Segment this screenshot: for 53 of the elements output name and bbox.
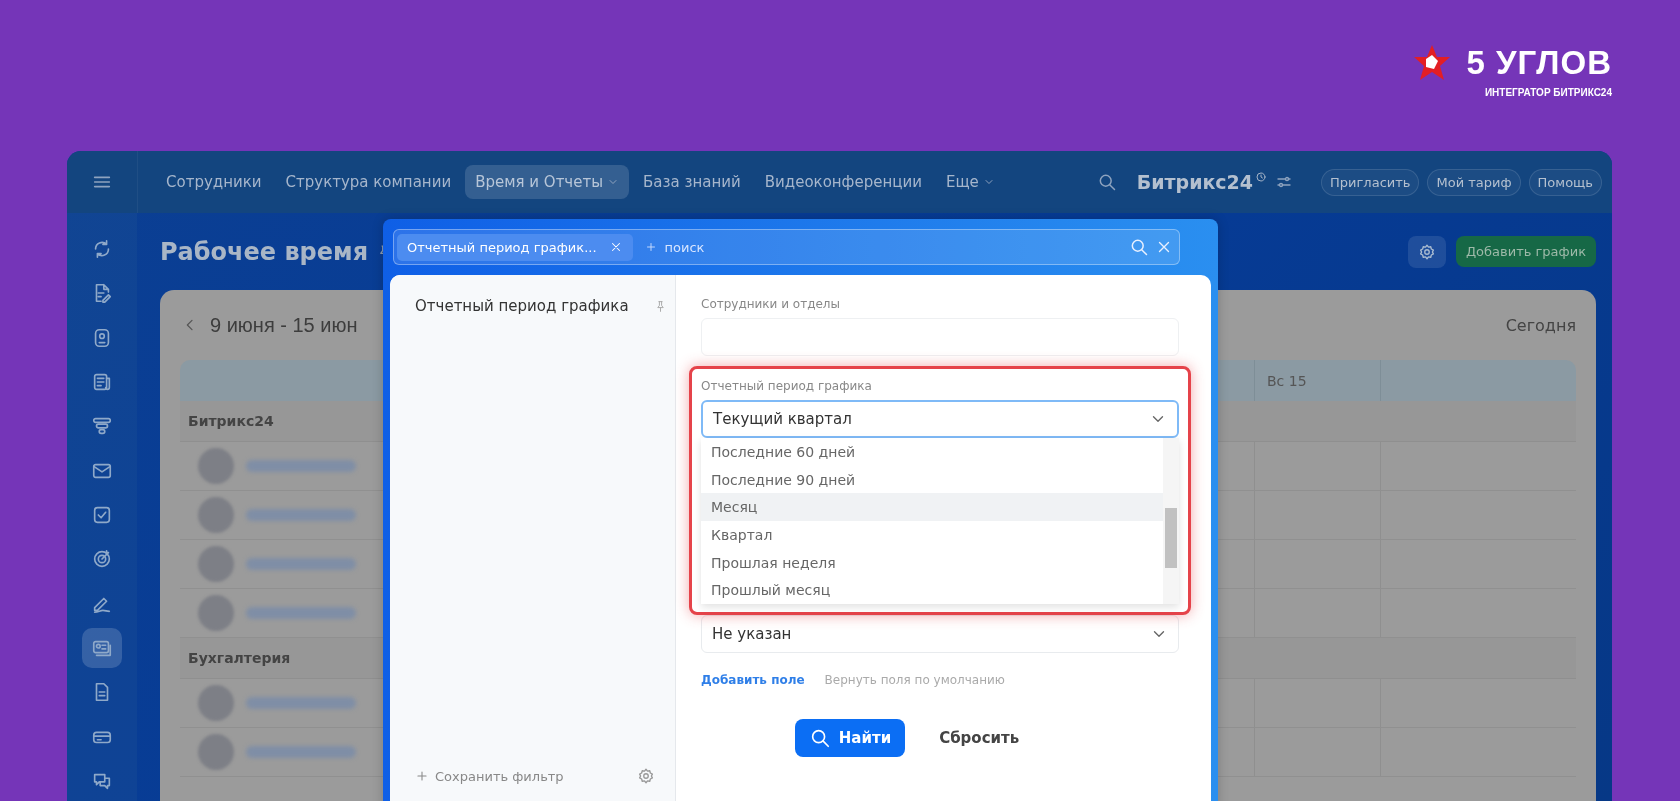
settings-icon[interactable]	[637, 767, 655, 785]
nav-tab[interactable]: Сотрудники	[156, 165, 272, 199]
restore-defaults-link[interactable]: Вернуть поля по умолчанию	[824, 673, 1005, 687]
save-filter-button[interactable]: Сохранить фильтр	[415, 768, 564, 784]
avatar	[198, 595, 234, 631]
header-button[interactable]: Пригласить	[1321, 168, 1420, 196]
nav-tab[interactable]: Время и Отчеты	[465, 165, 630, 199]
today-button[interactable]: Сегодня	[1505, 315, 1576, 335]
nav-tab[interactable]: Структура компании	[275, 165, 462, 199]
dropdown-option[interactable]: Последние 90 дней	[701, 465, 1163, 494]
scrollbar[interactable]	[1163, 438, 1179, 604]
search-field[interactable]: Отчетный период график... поиск	[393, 229, 1180, 265]
group-name: Бухгалтерия	[188, 650, 291, 666]
settings-button[interactable]	[1407, 235, 1446, 268]
field-label: Отчетный период графика	[701, 379, 873, 393]
brand-name: 5 УГЛОВ	[1466, 44, 1612, 82]
plus-icon	[415, 769, 429, 783]
find-button[interactable]: Найти	[794, 719, 906, 757]
nav-tab[interactable]: Еще	[935, 165, 1005, 199]
group-name: Битрикс24	[188, 413, 274, 429]
search-input[interactable]: поиск	[662, 238, 1123, 256]
dropdown-option[interactable]: Квартал	[701, 521, 1163, 549]
add-schedule-button[interactable]: Добавить график	[1455, 236, 1596, 267]
settings-icon	[1417, 242, 1436, 261]
search-icon[interactable]	[1129, 237, 1149, 257]
header-button[interactable]: Мой тариф	[1427, 168, 1521, 196]
nav-tab[interactable]: Видеоконференции	[754, 165, 932, 199]
dropdown-option[interactable]: Прошлая неделя	[701, 548, 1163, 577]
filter-chip[interactable]: Отчетный период график...	[397, 233, 633, 261]
product-logo: Битрикс24	[1136, 171, 1254, 193]
dropdown-option[interactable]: Месяц	[701, 493, 1163, 521]
date-range: 9 июня - 15 июн	[210, 313, 358, 337]
avatar	[198, 448, 234, 484]
plus-icon	[644, 241, 657, 253]
brand-tagline: ИНТЕГРАТОР БИТРИКС24	[1484, 87, 1612, 98]
add-field-link[interactable]: Добавить поле	[701, 673, 805, 687]
header-button[interactable]: Помощь	[1528, 168, 1602, 196]
avatar	[198, 546, 234, 582]
nav-tab[interactable]: База знаний	[633, 165, 751, 199]
select-field[interactable]: Текущий квартал	[701, 400, 1179, 438]
reset-button[interactable]: Сбросить	[933, 728, 1026, 748]
dropdown-option[interactable]: Прошлый месяц	[701, 576, 1163, 605]
avatar	[198, 497, 234, 533]
select-field[interactable]: Не указан	[701, 615, 1179, 653]
avatar	[198, 734, 234, 770]
avatar	[198, 685, 234, 721]
field-label: Сотрудники и отделы	[701, 297, 841, 311]
preset-item[interactable]: Отчетный период графика	[415, 297, 629, 315]
page-title: Рабочее время	[160, 237, 369, 266]
dropdown-option[interactable]: Последние 60 дней	[701, 438, 1163, 466]
sidebar-item[interactable]	[82, 627, 122, 669]
pin-icon[interactable]	[654, 299, 667, 313]
clock-icon	[1255, 171, 1268, 183]
